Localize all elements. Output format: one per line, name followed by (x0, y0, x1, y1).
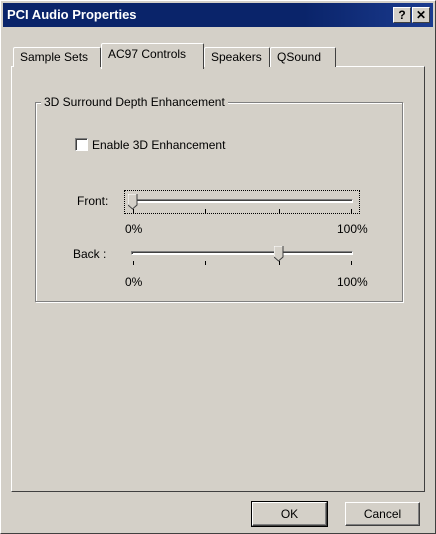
tab-qsound[interactable]: QSound (270, 47, 336, 67)
slider-tick (133, 261, 134, 265)
back-max-label: 100% (337, 275, 368, 289)
back-slider[interactable] (125, 243, 359, 265)
front-min-label: 0% (125, 222, 143, 236)
slider-tick (204, 261, 206, 265)
back-slider-label: Back : (73, 247, 107, 261)
tab-ac97-controls[interactable]: AC97 Controls (101, 43, 204, 69)
tab-speakers[interactable]: Speakers (204, 47, 270, 67)
group-title: 3D Surround Depth Enhancement (41, 95, 228, 109)
front-max-label: 100% (337, 222, 368, 236)
front-slider-thumb[interactable] (128, 194, 138, 210)
tab-strip: Sample Sets AC97 Controls Speakers QSoun… (13, 43, 427, 69)
slider-tick (351, 261, 352, 265)
slider-tick (279, 261, 281, 265)
front-slider-track (131, 199, 353, 203)
ok-button[interactable]: OK (251, 501, 328, 527)
front-slider[interactable] (124, 190, 360, 214)
back-slider-thumb[interactable] (274, 246, 284, 262)
window-title: PCI Audio Properties (7, 7, 137, 22)
enable-3d-label[interactable]: Enable 3D Enhancement (92, 138, 225, 152)
slider-tick (133, 209, 134, 213)
slider-tick (204, 209, 206, 213)
enable-3d-checkbox[interactable] (75, 138, 88, 152)
close-button[interactable]: ✕ (412, 7, 430, 23)
slider-tick (351, 209, 352, 213)
title-bar: PCI Audio Properties ? ✕ (3, 3, 433, 27)
cancel-button[interactable]: Cancel (345, 502, 420, 526)
tab-sample-sets[interactable]: Sample Sets (13, 47, 101, 67)
front-slider-label: Front: (77, 194, 109, 208)
properties-dialog: PCI Audio Properties ? ✕ Sample Sets AC9… (0, 0, 436, 534)
enable-3d-row[interactable]: Enable 3D Enhancement (75, 137, 225, 152)
slider-tick (279, 209, 281, 213)
back-min-label: 0% (125, 275, 143, 289)
help-button[interactable]: ? (393, 7, 411, 23)
back-slider-track (131, 251, 353, 255)
